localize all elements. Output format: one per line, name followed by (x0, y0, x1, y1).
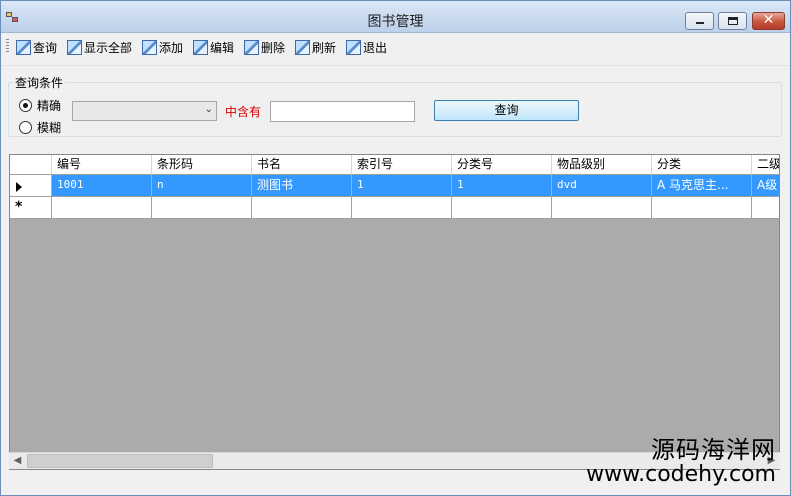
table-cell[interactable] (52, 197, 152, 219)
radio-dot (19, 121, 32, 134)
table-cell[interactable] (352, 197, 452, 219)
toolbar-item-label: 查询 (33, 40, 58, 55)
toolbar-divider (1, 65, 790, 66)
toolbar-query-button[interactable]: 查询 (16, 37, 57, 57)
picture-icon (142, 39, 157, 55)
minimize-icon (696, 22, 704, 24)
radio-dot-selected (19, 99, 32, 112)
toolbar-item-label: 刷新 (312, 40, 337, 55)
table-cell[interactable] (152, 197, 252, 219)
radio-fuzzy-label: 模糊 (37, 121, 62, 135)
picture-icon (193, 39, 208, 55)
chevron-down-icon[interactable]: ⌄ (205, 104, 213, 115)
title-bar[interactable]: 图书管理 ✕ (1, 1, 790, 33)
toolbar-delete-button[interactable]: 删除 (244, 37, 285, 57)
toolbar-item-label: 删除 (261, 40, 286, 55)
picture-icon (67, 39, 82, 55)
table-cell[interactable] (452, 197, 552, 219)
toolbar-add-button[interactable]: 添加 (142, 37, 183, 57)
table-cell[interactable]: 1 (452, 175, 552, 197)
watermark: 源码海洋网 www.codehy.com (586, 438, 776, 486)
table-cell[interactable]: 1001 (52, 175, 152, 197)
close-button[interactable]: ✕ (752, 12, 785, 30)
row-header[interactable]: * (10, 197, 52, 219)
radio-exact[interactable]: 精确 (19, 97, 61, 114)
table-cell[interactable]: 1 (352, 175, 452, 197)
toolbar-item-label: 添加 (159, 40, 184, 55)
column-header[interactable]: 索引号 (352, 155, 452, 175)
radio-exact-label: 精确 (37, 99, 62, 113)
main-window: 图书管理 ✕ 查询 显示全部 添加 编辑 删除 刷新 退出 查询条件 精确 模糊… (0, 0, 791, 496)
toolbar-grip[interactable] (6, 39, 9, 54)
field-select[interactable]: ⌄ (72, 101, 217, 121)
table-cell[interactable]: A级 (752, 175, 779, 197)
table-cell[interactable] (552, 197, 652, 219)
column-header[interactable]: 分类 (652, 155, 752, 175)
toolbar-item-label: 退出 (363, 40, 388, 55)
table-cell[interactable]: 测图书 (252, 175, 352, 197)
picture-icon (16, 39, 31, 55)
column-header[interactable]: 二级 (752, 155, 779, 175)
new-row[interactable]: * (10, 197, 779, 219)
toolbar-edit-button[interactable]: 编辑 (193, 37, 234, 57)
book-grid[interactable]: 编号 条形码 书名 索引号 分类号 物品级别 分类 二级 1001 n 测图书 … (9, 154, 780, 470)
toolbar-show-all-button[interactable]: 显示全部 (67, 37, 132, 57)
table-cell[interactable] (752, 197, 779, 219)
toolbar-item-label: 显示全部 (84, 40, 133, 55)
column-header[interactable]: 物品级别 (552, 155, 652, 175)
column-header[interactable]: 条形码 (152, 155, 252, 175)
toolbar-exit-button[interactable]: 退出 (346, 37, 387, 57)
scroll-left-icon[interactable]: ◀ (9, 453, 26, 469)
column-header[interactable]: 分类号 (452, 155, 552, 175)
new-row-marker: * (15, 199, 23, 215)
toolbar-item-label: 编辑 (210, 40, 235, 55)
maximize-button[interactable] (718, 12, 747, 30)
scrollbar-thumb[interactable] (27, 454, 213, 468)
query-button[interactable]: 查询 (434, 100, 579, 121)
grid-header-row: 编号 条形码 书名 索引号 分类号 物品级别 分类 二级 (10, 155, 779, 175)
table-cell[interactable]: dvd (552, 175, 652, 197)
radio-fuzzy[interactable]: 模糊 (19, 119, 61, 136)
table-cell[interactable] (252, 197, 352, 219)
maximize-icon (728, 17, 738, 25)
picture-icon (244, 39, 259, 55)
toolbar-refresh-button[interactable]: 刷新 (295, 37, 336, 57)
watermark-line2: www.codehy.com (586, 462, 776, 487)
table-cell[interactable] (652, 197, 752, 219)
toolbar: 查询 显示全部 添加 编辑 删除 刷新 退出 (4, 35, 786, 59)
watermark-line1: 源码海洋网 (651, 436, 776, 464)
column-header[interactable]: 书名 (252, 155, 352, 175)
picture-icon (295, 39, 310, 55)
close-icon: ✕ (762, 12, 775, 28)
row-header[interactable] (10, 175, 52, 197)
table-cell[interactable]: n (152, 175, 252, 197)
contains-label: 中含有 (225, 105, 262, 119)
column-header[interactable]: 编号 (52, 155, 152, 175)
picture-icon (346, 39, 361, 55)
query-group-title: 查询条件 (13, 74, 66, 91)
minimize-button[interactable] (685, 12, 714, 30)
window-title: 图书管理 (367, 14, 424, 30)
search-input[interactable] (270, 101, 415, 122)
header-corner[interactable] (10, 155, 52, 175)
current-row-icon (16, 182, 22, 192)
table-row[interactable]: 1001 n 测图书 1 1 dvd A 马克思主... A级 (10, 175, 779, 197)
table-cell[interactable]: A 马克思主... (652, 175, 752, 197)
